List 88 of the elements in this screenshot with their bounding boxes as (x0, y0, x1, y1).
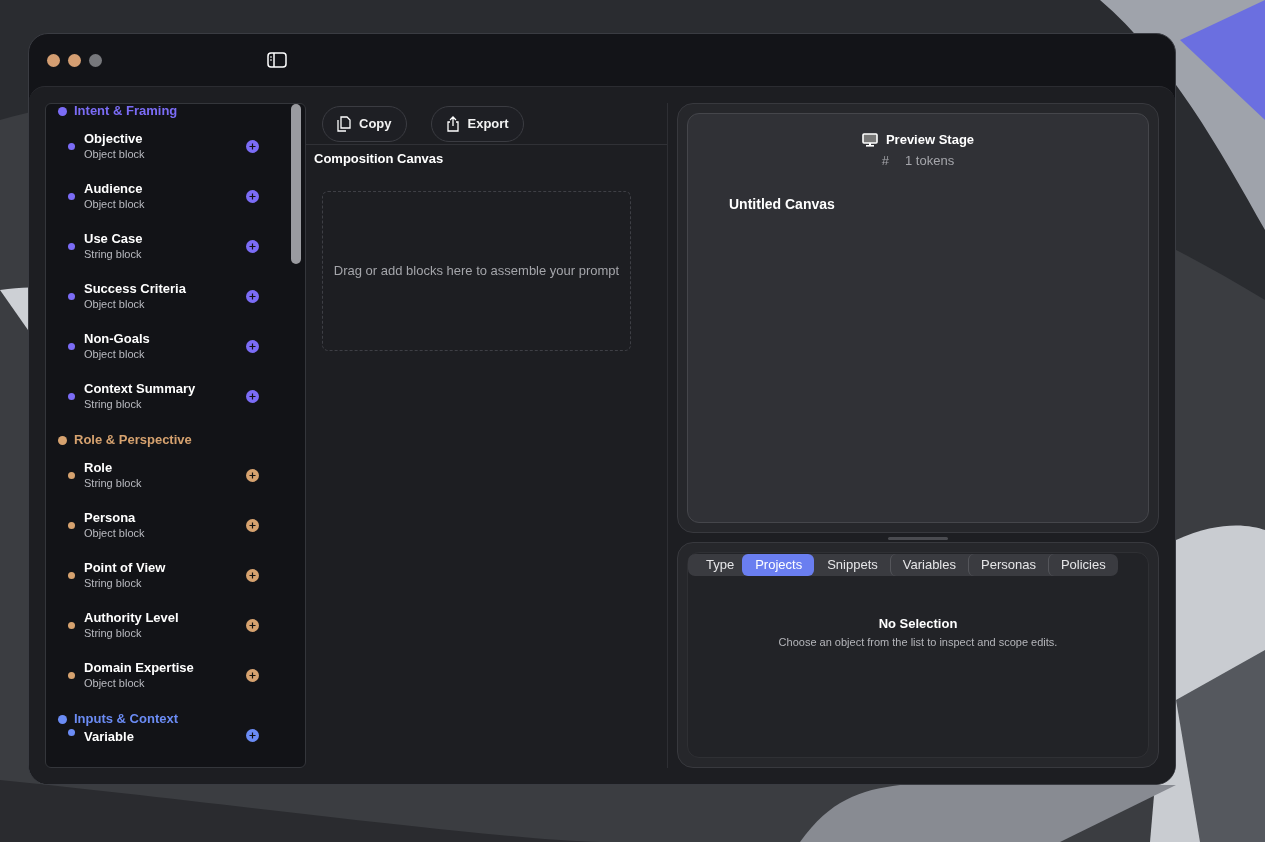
sidebar-item[interactable]: Objective Object block (58, 121, 305, 171)
add-icon[interactable] (246, 518, 259, 532)
empty-state-text: Choose an object from the list to inspect and scope edits. (777, 634, 1059, 650)
item-name: Variable (84, 729, 134, 745)
item-dot (68, 242, 75, 250)
tab[interactable]: Policies (1047, 554, 1118, 576)
add-icon[interactable] (246, 668, 259, 682)
item-type: Object block (84, 346, 146, 362)
sidebar-item[interactable]: Point of View String block (58, 550, 305, 600)
sidebar-item[interactable]: Success Criteria Object block (58, 271, 305, 321)
add-icon[interactable] (246, 239, 259, 253)
add-icon[interactable] (246, 389, 259, 403)
item-dot (68, 292, 75, 300)
item-type: String block (84, 475, 142, 491)
export-button[interactable]: Export (430, 105, 524, 142)
close-button[interactable] (47, 53, 60, 67)
sidebar-item[interactable]: Non-Goals Object block (58, 321, 305, 371)
sidebar-item[interactable]: Use Case String block (58, 221, 305, 271)
item-dot (68, 729, 75, 736)
share-icon (445, 115, 460, 132)
item-name: Audience (84, 180, 144, 197)
tab[interactable]: Projects (742, 554, 815, 576)
item-name: Point of View (84, 559, 166, 576)
zoom-button[interactable] (89, 53, 102, 67)
section-title: Intent & Framing (74, 104, 178, 121)
item-dot (68, 142, 75, 150)
item-name: Persona (84, 509, 137, 526)
canvas-name: Untitled Canvas (729, 195, 836, 214)
item-name: Success Criteria (84, 280, 186, 297)
sidebar-toggle-icon[interactable] (267, 52, 287, 68)
monitor-icon (861, 132, 878, 147)
minimize-button[interactable] (68, 53, 81, 67)
add-icon[interactable] (246, 189, 259, 203)
sidebar-item[interactable]: Audience Object block (58, 171, 305, 221)
item-dot (68, 342, 75, 350)
item-name: Domain Expertise (84, 659, 194, 676)
empty-state-title: No Selection (877, 615, 959, 633)
sidebar-item[interactable]: Domain Expertise Object block (58, 650, 305, 700)
drop-zone[interactable]: Drag or add blocks here to assemble your prompt (322, 190, 631, 351)
item-type: String block (84, 625, 143, 641)
preview-title: Preview Stage (885, 131, 975, 149)
item-type: Object block (84, 196, 145, 212)
sidebar-item[interactable]: Persona Object block (58, 500, 305, 550)
item-type: String block (84, 246, 143, 262)
item-name: Authority Level (84, 609, 179, 626)
item-type: Object block (84, 675, 146, 691)
item-type: Object block (84, 525, 145, 541)
type-label: Type (705, 556, 736, 575)
item-type: String block (84, 396, 143, 412)
sidebar-item[interactable]: Role String block (58, 450, 305, 500)
section-title: Role & Perspective (74, 431, 192, 450)
item-type: Object block (84, 146, 145, 162)
tab[interactable]: Snippets (814, 554, 890, 576)
add-icon[interactable] (246, 339, 259, 353)
add-icon[interactable] (246, 468, 259, 482)
item-dot (68, 521, 75, 529)
drop-zone-hint: Drag or add blocks here to assemble your prompt (333, 261, 620, 280)
add-icon[interactable] (246, 729, 259, 742)
item-name: Objective (84, 130, 144, 147)
scrollbar-thumb[interactable] (291, 104, 301, 264)
canvas-title: Composition Canvas (313, 150, 445, 168)
add-icon[interactable] (246, 139, 259, 153)
sidebar-item[interactable]: Authority Level String block (58, 600, 305, 650)
resize-handle[interactable] (888, 537, 948, 540)
tab[interactable]: Variables (889, 554, 968, 576)
copy-icon (337, 115, 351, 132)
item-dot (68, 671, 75, 679)
hash-symbol: # (881, 151, 890, 170)
item-dot (68, 571, 75, 579)
item-dot (68, 621, 75, 629)
sidebar-item[interactable]: Context Summary String block (58, 371, 305, 421)
item-name: Non-Goals (84, 330, 150, 347)
section-title: Inputs & Context (74, 710, 178, 729)
token-count: 1 tokens (905, 151, 955, 170)
item-name: Role (84, 459, 114, 476)
item-name: Use Case (84, 230, 143, 247)
copy-button[interactable]: Copy (322, 105, 407, 142)
tab[interactable]: Personas (968, 554, 1048, 576)
item-type: String block (84, 575, 143, 591)
add-icon[interactable] (246, 568, 259, 582)
item-type: Object block (84, 296, 146, 312)
item-dot (68, 392, 75, 400)
item-dot (68, 192, 75, 200)
item-dot (68, 471, 75, 479)
sidebar-item[interactable]: Variable (58, 729, 305, 751)
add-icon[interactable] (246, 289, 259, 303)
item-name: Context Summary (84, 380, 196, 397)
add-icon[interactable] (246, 618, 259, 632)
